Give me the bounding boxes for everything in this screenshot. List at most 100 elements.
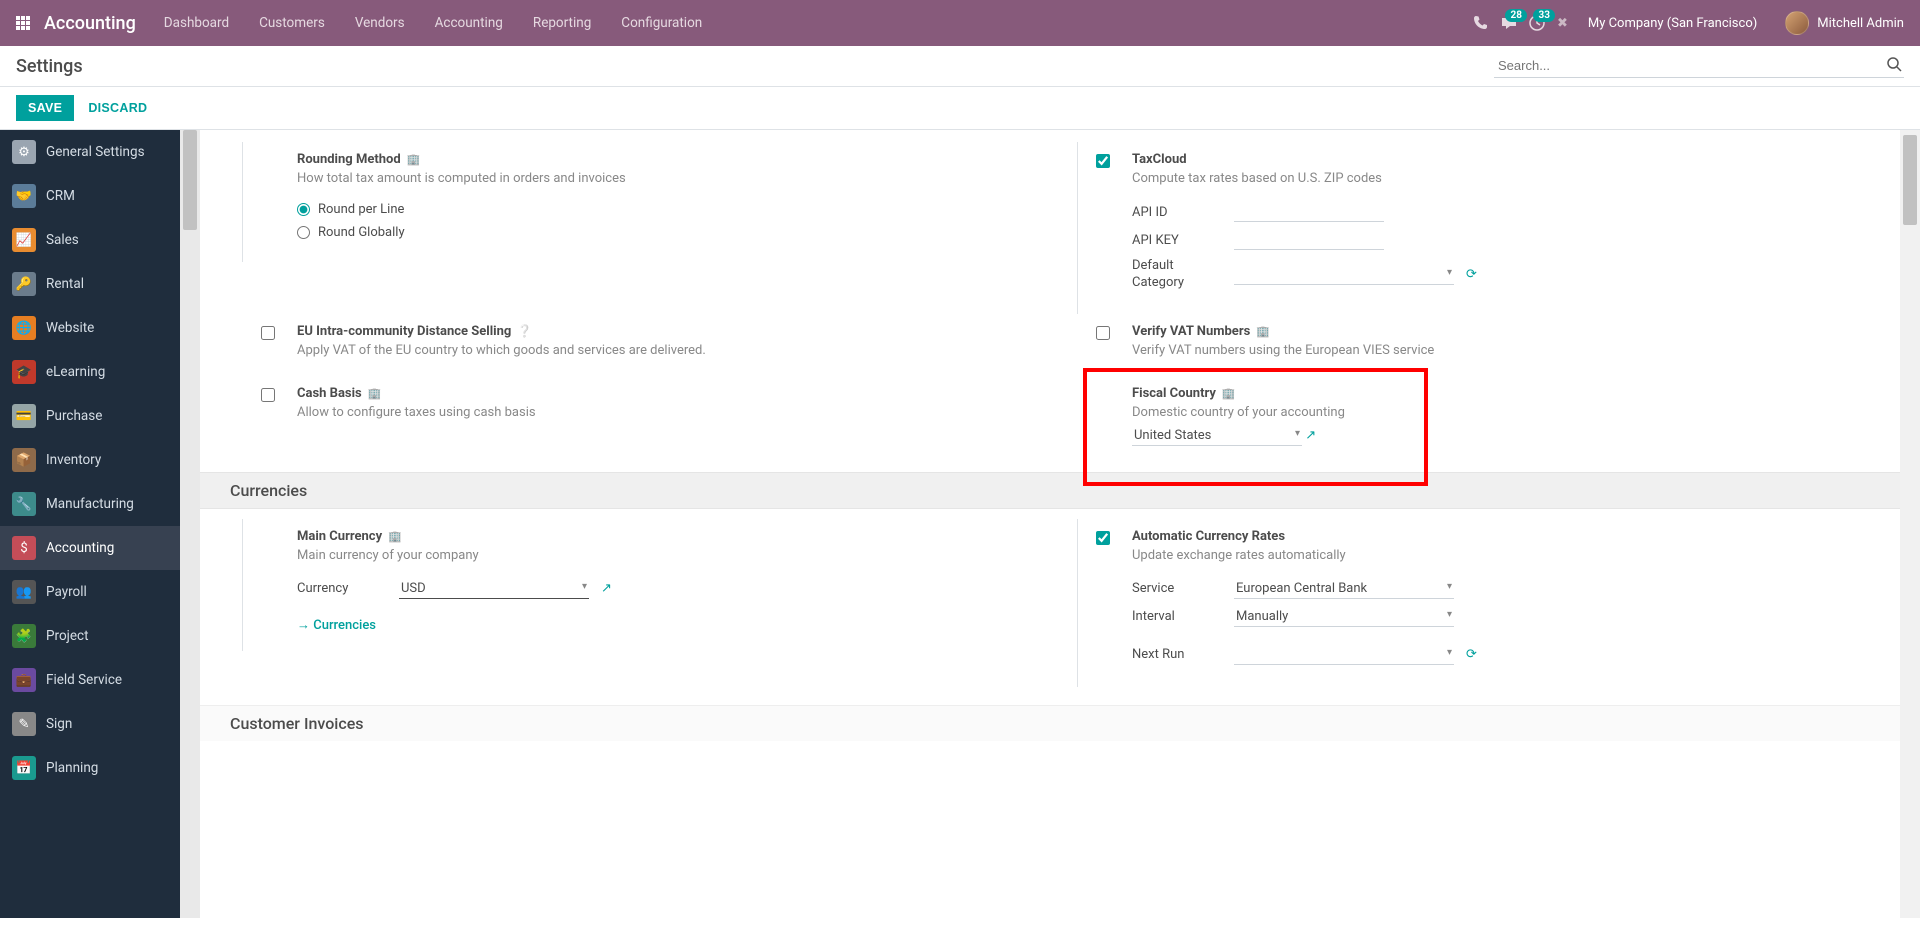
wrench-icon: 🔧 <box>12 492 36 516</box>
field-label: Interval <box>1132 609 1222 624</box>
search-input[interactable] <box>1494 54 1904 78</box>
debug-icon[interactable]: ✖ <box>1557 16 1568 31</box>
calendar-icon: 📅 <box>12 756 36 780</box>
people-icon: 👥 <box>12 580 36 604</box>
external-link-icon[interactable]: ↗ <box>601 581 612 596</box>
select-service[interactable]: European Central Bank <box>1234 579 1454 599</box>
building-icon: 🏢 <box>1222 387 1236 400</box>
content-scrollbar[interactable] <box>1900 130 1920 918</box>
sidebar-item-label: Rental <box>46 276 84 292</box>
checkbox-taxcloud[interactable] <box>1096 154 1110 168</box>
link-label: Currencies <box>313 618 376 633</box>
setting-desc: How total tax amount is computed in orde… <box>297 171 1055 186</box>
radio-round-globally[interactable]: Round Globally <box>297 221 1055 244</box>
sidebar-item-sales[interactable]: 📈Sales <box>0 218 180 262</box>
input-next-run[interactable] <box>1234 645 1454 665</box>
phone-icon[interactable] <box>1473 15 1489 31</box>
pen-icon: ✎ <box>12 712 36 736</box>
section-currencies: Currencies <box>200 472 1920 509</box>
setting-rounding: Rounding Method 🏢 How total tax amount i… <box>242 142 1055 262</box>
sidebar-item-label: Field Service <box>46 672 122 688</box>
input-api-id[interactable] <box>1234 202 1384 222</box>
refresh-icon[interactable]: ⟳ <box>1466 267 1477 282</box>
company-switcher[interactable]: My Company (San Francisco) <box>1580 16 1765 31</box>
sidebar-item-label: Sign <box>46 716 72 732</box>
radio-round-per-line[interactable]: Round per Line <box>297 198 1055 221</box>
menu-vendors[interactable]: Vendors <box>341 3 419 43</box>
discard-button[interactable]: DISCARD <box>88 101 147 115</box>
sidebar-item-project[interactable]: 🧩Project <box>0 614 180 658</box>
checkbox-auto-rates[interactable] <box>1096 531 1110 545</box>
select-currency[interactable]: USD <box>399 579 589 599</box>
user-menu[interactable]: Mitchell Admin <box>1777 11 1912 35</box>
sidebar-item-label: General Settings <box>46 144 145 160</box>
menu-customers[interactable]: Customers <box>245 3 339 43</box>
menu-configuration[interactable]: Configuration <box>607 3 716 43</box>
messages-icon[interactable]: 28 <box>1501 15 1517 31</box>
sidebar-item-rental[interactable]: 🔑Rental <box>0 262 180 306</box>
setting-fiscal-country: Fiscal Country 🏢 Domestic country of you… <box>1077 376 1890 464</box>
select-default-category[interactable] <box>1234 265 1454 285</box>
setting-title: Fiscal Country <box>1132 386 1216 401</box>
sidebar-item-manufacturing[interactable]: 🔧Manufacturing <box>0 482 180 526</box>
messages-badge: 28 <box>1505 9 1526 22</box>
sidebar-item-website[interactable]: 🌐Website <box>0 306 180 350</box>
sidebar-item-elearning[interactable]: 🎓eLearning <box>0 350 180 394</box>
menu-reporting[interactable]: Reporting <box>519 3 605 43</box>
sidebar-item-payroll[interactable]: 👥 Payroll <box>0 570 180 614</box>
sidebar-item-field-service[interactable]: 💼 Field Service <box>0 658 180 702</box>
sidebar-item-sign[interactable]: ✎ Sign <box>0 702 180 746</box>
content: Rounding Method 🏢 How total tax amount i… <box>200 130 1920 918</box>
puzzle-icon: 🧩 <box>12 624 36 648</box>
graduation-icon: 🎓 <box>12 360 36 384</box>
apps-icon[interactable] <box>8 8 38 38</box>
select-value: USD <box>401 581 426 596</box>
search-wrap <box>1494 54 1904 78</box>
refresh-icon[interactable]: ⟳ <box>1466 647 1477 662</box>
setting-title: Main Currency <box>297 529 382 544</box>
save-button[interactable]: SAVE <box>16 95 74 121</box>
sidebar-item-crm[interactable]: 🤝CRM <box>0 174 180 218</box>
checkbox-eu-distance[interactable] <box>261 326 275 340</box>
search-icon[interactable] <box>1886 56 1902 76</box>
brand-title[interactable]: Accounting <box>44 13 136 34</box>
link-currencies[interactable]: → Currencies <box>297 618 376 633</box>
gear-icon: ⚙ <box>12 140 36 164</box>
field-label: API ID <box>1132 205 1222 220</box>
external-link-icon[interactable]: ↗ <box>1305 428 1316 443</box>
menu-dashboard[interactable]: Dashboard <box>150 3 243 43</box>
radio-input[interactable] <box>297 226 310 239</box>
sidebar-item-label: Inventory <box>46 452 101 468</box>
sidebar-item-planning[interactable]: 📅Planning <box>0 746 180 790</box>
sidebar-scrollbar[interactable] <box>180 130 200 918</box>
checkbox-cash-basis[interactable] <box>261 388 275 402</box>
activities-icon[interactable]: 33 <box>1529 15 1545 31</box>
radio-label: Round per Line <box>318 202 404 217</box>
sidebar-item-general[interactable]: ⚙ General Settings <box>0 130 180 174</box>
input-api-key[interactable] <box>1234 230 1384 250</box>
user-name: Mitchell Admin <box>1817 16 1904 31</box>
select-fiscal-country[interactable]: United States <box>1132 426 1302 446</box>
checkbox-verify-vat[interactable] <box>1096 326 1110 340</box>
field-label: Service <box>1132 581 1222 596</box>
setting-title: TaxCloud <box>1132 152 1187 167</box>
box-icon: 📦 <box>12 448 36 472</box>
setting-desc: Compute tax rates based on U.S. ZIP code… <box>1132 171 1890 186</box>
briefcase-icon: 💼 <box>12 668 36 692</box>
sidebar-item-label: Payroll <box>46 584 87 600</box>
field-label: Currency <box>297 581 387 596</box>
setting-title: Verify VAT Numbers <box>1132 324 1250 339</box>
sidebar-item-accounting[interactable]: $Accounting <box>0 526 180 570</box>
menu-accounting[interactable]: Accounting <box>421 3 517 43</box>
radio-input[interactable] <box>297 203 310 216</box>
field-label: API KEY <box>1132 233 1222 248</box>
help-icon[interactable]: ❔ <box>517 324 532 338</box>
sidebar-item-purchase[interactable]: 💳Purchase <box>0 394 180 438</box>
setting-eu-distance: EU Intra-community Distance Selling ❔ Ap… <box>242 314 1055 376</box>
card-icon: 💳 <box>12 404 36 428</box>
chart-icon: 📈 <box>12 228 36 252</box>
sidebar-item-label: Website <box>46 320 94 336</box>
setting-main-currency: Main Currency 🏢 Main currency of your co… <box>242 519 1055 651</box>
sidebar-item-inventory[interactable]: 📦 Inventory <box>0 438 180 482</box>
select-interval[interactable]: Manually <box>1234 607 1454 627</box>
